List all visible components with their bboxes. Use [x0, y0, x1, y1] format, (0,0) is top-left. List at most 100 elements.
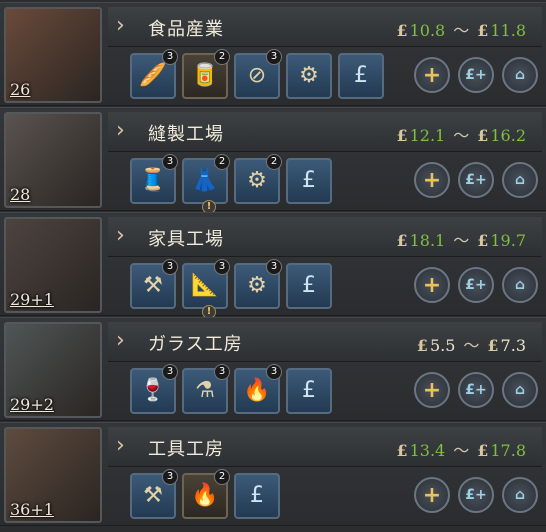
production-method-slot[interactable]: 📐 3! — [182, 259, 230, 319]
subsidize-button[interactable]: £+ — [458, 477, 494, 513]
tools-gear-icon: ⚒ — [143, 273, 163, 298]
price-range: £5.5 ～ £7.3 — [417, 332, 526, 356]
subsidize-button[interactable]: £+ — [458, 57, 494, 93]
tilde-separator: ～ — [453, 126, 470, 145]
level-badge: 3 — [162, 154, 178, 170]
production-method-gear-icon: ⚙ — [299, 63, 319, 88]
anvil-icon: ⚒ — [143, 483, 163, 508]
price-low: 18.1 — [409, 231, 446, 250]
furnace-gear-icon: 🔥 — [191, 483, 219, 508]
industry-header[interactable]: › 工具工房 £13.4 ～ £17.8 — [108, 427, 542, 467]
price-low: 5.5 — [429, 336, 456, 355]
pound-icon: £ — [477, 441, 489, 460]
production-method-slot[interactable]: ⚗ 3 — [182, 364, 230, 414]
industry-row: 29+1 › 家具工場 £18.1 ～ £19.7 ⚒ 3 📐 3! ⚙ 3 £ + £+ ⌂ — [0, 212, 546, 319]
price-range: £13.4 ～ £17.8 — [396, 437, 526, 461]
industry-title: 食品産業 — [148, 19, 224, 40]
build-button[interactable]: + — [414, 267, 450, 303]
pound-icon: £ — [477, 126, 489, 145]
pound-icon: £ — [396, 21, 408, 40]
subsidize-button[interactable]: £+ — [458, 267, 494, 303]
level-badge: 3 — [162, 259, 178, 275]
wage-pound-icon: £ — [302, 273, 316, 298]
ownership-button[interactable]: ⌂ — [502, 372, 538, 408]
production-method-slot[interactable]: 🧵 3 — [130, 154, 178, 204]
subsidize-button[interactable]: £+ — [458, 162, 494, 198]
production-method-slot[interactable]: £ — [286, 263, 332, 309]
glass-goblet-icon: 🍷 — [139, 378, 167, 403]
production-method-slot[interactable]: 🥫 2 — [182, 49, 230, 99]
pound-icon: £ — [396, 441, 408, 460]
production-method-slot[interactable]: 🔥 2 — [182, 469, 230, 519]
production-method-slot[interactable]: ⚙ 3 — [234, 259, 282, 309]
price-high: 11.8 — [490, 21, 526, 40]
production-method-slot[interactable]: 🔥 3 — [234, 364, 282, 414]
production-method-slot[interactable]: £ — [286, 368, 332, 414]
industry-title: 家具工場 — [148, 229, 224, 250]
production-method-slot[interactable]: ⊘ 3 — [234, 49, 282, 99]
pound-icon: £ — [396, 231, 408, 250]
production-method-gear-icon: ⚙ — [247, 168, 267, 193]
industry-thumbnail[interactable]: 28 — [4, 112, 102, 208]
tilde-separator: ～ — [453, 441, 470, 460]
production-method-slot[interactable]: ⚙ — [286, 53, 332, 99]
glassblowing-icon: 🔥 — [243, 378, 271, 403]
build-button[interactable]: + — [414, 162, 450, 198]
industry-header[interactable]: › 家具工場 £18.1 ～ £19.7 — [108, 217, 542, 257]
tilde-separator: ～ — [453, 231, 470, 250]
bread-icon: 🥖 — [139, 63, 167, 88]
chevron-right-icon[interactable]: › — [116, 223, 134, 249]
industry-thumbnail[interactable]: 26 — [4, 7, 102, 103]
production-method-gear-icon: ⚙ — [247, 273, 267, 298]
building-level-count: 36+1 — [10, 500, 54, 519]
production-method-slot[interactable]: £ — [286, 158, 332, 204]
production-method-slot[interactable]: £ — [234, 473, 280, 519]
ownership-button[interactable]: ⌂ — [502, 57, 538, 93]
industry-thumbnail[interactable]: 36+1 — [4, 427, 102, 523]
chevron-right-icon[interactable]: › — [116, 13, 134, 39]
pound-icon: £ — [477, 21, 489, 40]
level-badge: 2 — [214, 49, 230, 65]
subsidize-button[interactable]: £+ — [458, 372, 494, 408]
building-level-count: 26 — [10, 80, 31, 99]
level-badge: 2 — [266, 154, 282, 170]
build-button[interactable]: + — [414, 477, 450, 513]
dress-form-icon: 👗 — [191, 168, 219, 193]
canned-food-icon: 🥫 — [191, 63, 219, 88]
flask-icon: ⚗ — [195, 378, 215, 403]
production-method-slot[interactable]: 👗 2! — [182, 154, 230, 214]
production-method-slot[interactable]: 🍷 3 — [130, 364, 178, 414]
production-method-slot[interactable]: £ — [338, 53, 384, 99]
industry-title: 工具工房 — [148, 439, 224, 460]
production-method-slot[interactable]: ⚙ 2 — [234, 154, 282, 204]
chevron-right-icon[interactable]: › — [116, 328, 134, 354]
price-range: £12.1 ～ £16.2 — [396, 122, 526, 146]
production-method-slot[interactable]: ⚒ 3 — [130, 259, 178, 309]
build-button[interactable]: + — [414, 372, 450, 408]
level-badge: 3 — [162, 469, 178, 485]
level-badge: 3 — [214, 259, 230, 275]
industry-thumbnail[interactable]: 29+1 — [4, 217, 102, 313]
pound-icon: £ — [477, 231, 489, 250]
price-range: £18.1 ～ £19.7 — [396, 227, 526, 251]
no-alcohol-icon: ⊘ — [247, 63, 267, 88]
price-high: 17.8 — [490, 441, 526, 460]
industry-header[interactable]: › 食品産業 £10.8 ～ £11.8 — [108, 7, 542, 47]
ownership-button[interactable]: ⌂ — [502, 477, 538, 513]
industry-thumbnail[interactable]: 29+2 — [4, 322, 102, 418]
industry-row: 28 › 縫製工場 £12.1 ～ £16.2 🧵 3 👗 2! ⚙ 2 £ + £+ ⌂ — [0, 107, 546, 214]
industry-header[interactable]: › ガラス工房 £5.5 ～ £7.3 — [108, 322, 542, 362]
pound-icon: £ — [416, 336, 428, 355]
level-badge: 3 — [162, 364, 178, 380]
chevron-right-icon[interactable]: › — [116, 118, 134, 144]
production-method-slot[interactable]: 🥖 3 — [130, 49, 178, 99]
production-method-slot[interactable]: ⚒ 3 — [130, 469, 178, 519]
build-button[interactable]: + — [414, 57, 450, 93]
tilde-separator: ～ — [453, 21, 470, 40]
industry-header[interactable]: › 縫製工場 £12.1 ～ £16.2 — [108, 112, 542, 152]
level-badge: 3 — [266, 49, 282, 65]
level-badge: 2 — [214, 469, 230, 485]
ownership-button[interactable]: ⌂ — [502, 267, 538, 303]
ownership-button[interactable]: ⌂ — [502, 162, 538, 198]
chevron-right-icon[interactable]: › — [116, 433, 134, 459]
